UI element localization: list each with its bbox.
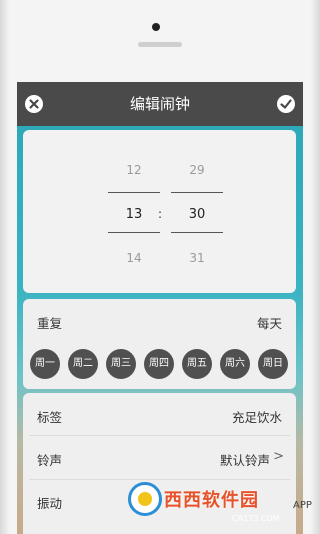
- close-button[interactable]: [25, 95, 43, 113]
- time-picker[interactable]: 12 13 14 : 29 30 31: [23, 130, 296, 293]
- day-button-tue[interactable]: 周二: [68, 349, 98, 379]
- hour-divider-top: [108, 192, 160, 193]
- watermark-logo-icon: [128, 482, 162, 516]
- label-row-value: 充足饮水: [231, 410, 282, 425]
- phone-edge-right: [310, 0, 320, 534]
- repeat-label: 重复: [37, 316, 63, 331]
- hour-current[interactable]: 13: [108, 207, 160, 222]
- top-bar: 编辑闹钟: [17, 82, 303, 126]
- close-icon: [29, 99, 39, 109]
- phone-edge-left: [0, 0, 10, 534]
- repeat-value[interactable]: 每天: [257, 313, 282, 332]
- ringtone-row-value: 默认铃声: [219, 453, 270, 468]
- hour-next[interactable]: 14: [108, 251, 160, 265]
- watermark-brand: 西西软件园: [164, 490, 259, 511]
- repeat-section: 重复 每天 周一 周二 周三 周四 周五 周六 周日: [23, 299, 296, 389]
- confirm-button[interactable]: [277, 95, 295, 113]
- settings-divider: [29, 479, 290, 480]
- minute-current[interactable]: 30: [171, 207, 223, 222]
- watermark-side-text: APP: [293, 500, 312, 511]
- minute-prev[interactable]: 29: [171, 163, 223, 177]
- check-icon: [280, 99, 292, 109]
- day-button-wed[interactable]: 周三: [106, 349, 136, 379]
- phone-frame: 编辑闹钟 12 13 14 : 29 30 31 重复 每天 周一 周二 周三 …: [0, 0, 320, 534]
- minute-next[interactable]: 31: [171, 251, 223, 265]
- ringtone-row-title: 铃声: [37, 453, 63, 468]
- minute-divider-bottom: [171, 232, 223, 233]
- app-screen: 编辑闹钟 12 13 14 : 29 30 31 重复 每天 周一 周二 周三 …: [17, 82, 303, 534]
- day-button-fri[interactable]: 周五: [182, 349, 212, 379]
- page-title: 编辑闹钟: [129, 95, 190, 113]
- day-button-mon[interactable]: 周一: [30, 349, 60, 379]
- label-row-title: 标签: [37, 410, 63, 425]
- day-button-sat[interactable]: 周六: [220, 349, 250, 379]
- watermark-url: CR173.COM: [232, 514, 280, 523]
- settings-divider: [29, 435, 290, 436]
- vibrate-row-title: 振动: [37, 496, 63, 511]
- minute-divider-top: [171, 192, 223, 193]
- earpiece-speaker: [138, 42, 182, 47]
- hour-divider-bottom: [108, 232, 160, 233]
- day-button-thu[interactable]: 周四: [144, 349, 174, 379]
- front-camera: [152, 23, 160, 31]
- time-separator: :: [158, 207, 163, 221]
- hour-prev[interactable]: 12: [108, 163, 160, 177]
- chevron-right-icon: >: [273, 449, 284, 464]
- settings-section: 标签 充足饮水 铃声 默认铃声 > 振动: [23, 393, 296, 534]
- day-button-sun[interactable]: 周日: [258, 349, 288, 379]
